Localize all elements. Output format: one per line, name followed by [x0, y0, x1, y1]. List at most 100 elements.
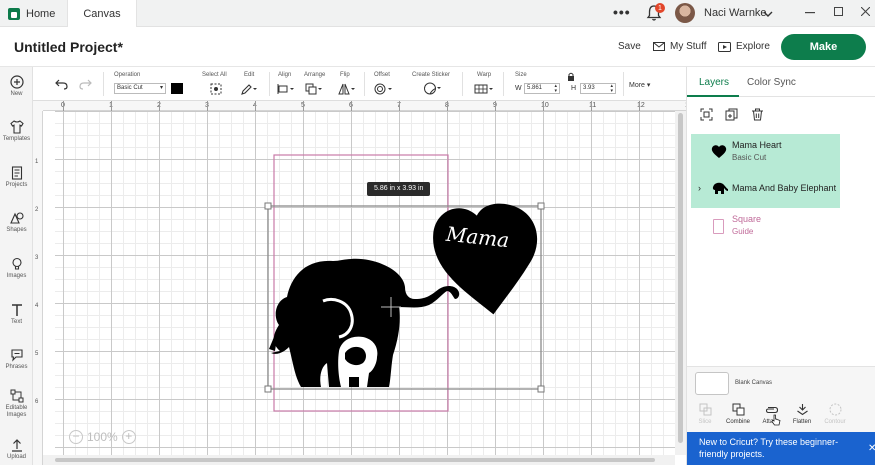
- layer-name: Mama Heart: [732, 140, 782, 150]
- chevron-right-icon[interactable]: ›: [698, 183, 701, 193]
- color-swatch[interactable]: [171, 83, 183, 94]
- stepper-icon: ▴ ▾: [554, 83, 557, 94]
- layer-name: Mama And Baby Elephant: [732, 183, 837, 193]
- offset-icon[interactable]: [374, 83, 394, 95]
- sidebar-item-editable-images[interactable]: Editable Images: [0, 389, 33, 419]
- sidebar-item-shapes[interactable]: Shapes: [0, 211, 33, 234]
- resize-handle: [537, 202, 545, 210]
- sidebar-label-editable-images: Editable Images: [5, 405, 28, 418]
- blank-canvas-swatch[interactable]: [695, 372, 729, 395]
- plus-circle-icon: [9, 75, 24, 89]
- vertical-scrollbar[interactable]: [675, 111, 686, 455]
- zoom-in-button[interactable]: +: [121, 430, 136, 444]
- toolbar-divider: [623, 72, 624, 96]
- scroll-thumb[interactable]: [678, 113, 683, 443]
- slice-icon: [699, 403, 711, 416]
- select-all-icon[interactable]: [210, 83, 222, 95]
- slice-button[interactable]: Slice: [688, 403, 722, 425]
- make-button[interactable]: Make: [781, 34, 866, 60]
- more-dots-icon[interactable]: •••: [613, 4, 631, 20]
- explore-button[interactable]: Explore: [718, 41, 770, 52]
- tab-layers[interactable]: Layers: [699, 77, 729, 88]
- sidebar-label-new: New: [10, 91, 23, 97]
- layer-item[interactable]: › Mama And Baby Elephant: [691, 171, 840, 208]
- trash-icon[interactable]: [751, 108, 764, 121]
- contour-icon: [829, 403, 841, 416]
- sidebar-item-phrases[interactable]: Phrases: [0, 348, 33, 371]
- text-icon: [11, 304, 22, 316]
- user-name[interactable]: Naci Warnke: [704, 7, 767, 19]
- sidebar-item-templates[interactable]: Templates: [0, 120, 33, 143]
- promo-banner[interactable]: New to Cricut? Try these beginner-friend…: [687, 432, 875, 465]
- contour-button[interactable]: Contour: [818, 403, 852, 425]
- active-tab-indicator: [687, 95, 739, 97]
- arrange-icon[interactable]: [305, 83, 323, 95]
- close-icon[interactable]: ✕: [868, 443, 875, 454]
- height-label: H: [571, 85, 577, 92]
- tab-canvas[interactable]: Canvas: [67, 0, 137, 27]
- toolbar-divider: [103, 72, 104, 96]
- canvas-artwork: [264, 154, 545, 412]
- close-icon[interactable]: [861, 7, 870, 16]
- tab-home[interactable]: Home: [8, 0, 55, 27]
- design-canvas[interactable]: 012345678910111213 123456 Mama 5.86 in: [33, 101, 686, 465]
- tab-color-sync[interactable]: Color Sync: [747, 77, 796, 88]
- sidebar-item-new[interactable]: New: [0, 75, 33, 98]
- combine-button[interactable]: Combine: [721, 403, 755, 425]
- flip-icon[interactable]: [338, 83, 356, 95]
- sticker-icon[interactable]: [423, 82, 443, 95]
- duplicate-icon[interactable]: [725, 108, 738, 121]
- upload-icon: [11, 439, 22, 452]
- chevron-down-icon[interactable]: [763, 9, 773, 19]
- horizontal-scrollbar[interactable]: [43, 455, 675, 465]
- group-icon[interactable]: [700, 108, 713, 121]
- sidebar-label-phrases: Phrases: [5, 364, 28, 370]
- sidebar-item-text[interactable]: Text: [0, 303, 33, 326]
- height-input[interactable]: 3.93 ▴ ▾: [580, 83, 616, 94]
- flatten-button[interactable]: Flatten: [785, 403, 819, 425]
- warp-icon[interactable]: [474, 83, 496, 95]
- align-icon[interactable]: [277, 83, 295, 95]
- layer-name: Square: [732, 214, 762, 224]
- flip-label: Flip: [340, 72, 350, 78]
- explore-label: Explore: [736, 41, 770, 52]
- operation-select[interactable]: Basic Cut ▾: [114, 83, 166, 94]
- mama-heart: [433, 203, 538, 315]
- toolbar-divider: [462, 72, 463, 96]
- my-stuff-label: My Stuff: [670, 41, 707, 52]
- layers-panel: Layers Color Sync Mama Heart Basic Cut ›…: [686, 67, 875, 465]
- sidebar-item-upload[interactable]: Upload: [0, 438, 33, 461]
- lock-icon[interactable]: [567, 72, 575, 81]
- pencil-icon[interactable]: [241, 83, 257, 95]
- sidebar-item-projects[interactable]: Projects: [0, 166, 33, 189]
- minimize-icon[interactable]: [805, 12, 815, 14]
- width-value: 5.861: [527, 85, 543, 91]
- combine-icon: [732, 403, 744, 416]
- more-button[interactable]: More ▾: [629, 81, 650, 89]
- arrange-label: Arrange: [304, 72, 326, 78]
- guide-square-icon: [713, 219, 724, 234]
- zoom-out-button[interactable]: −: [69, 430, 83, 444]
- size-label: Size: [515, 72, 527, 78]
- undo-icon[interactable]: [55, 79, 68, 90]
- flatten-label: Flatten: [792, 419, 812, 425]
- mail-icon: [653, 42, 665, 51]
- sidebar-item-images[interactable]: Images: [0, 257, 33, 280]
- layer-item[interactable]: Square Guide: [691, 208, 840, 245]
- size-tooltip: 5.86 in x 3.93 in: [367, 182, 431, 196]
- save-button[interactable]: Save: [618, 41, 641, 52]
- my-stuff-button[interactable]: My Stuff: [653, 41, 707, 52]
- avatar[interactable]: [675, 3, 695, 23]
- height-value: 3.93: [583, 85, 595, 91]
- lightbulb-icon: [11, 257, 22, 270]
- maximize-icon[interactable]: [834, 7, 843, 16]
- sidebar-label-images: Images: [6, 273, 27, 279]
- redo-icon[interactable]: [79, 79, 92, 90]
- mouse-cursor-icon: [771, 414, 781, 426]
- chevron-down-icon: ▾: [159, 85, 163, 91]
- scroll-thumb[interactable]: [55, 458, 655, 462]
- layer-item[interactable]: Mama Heart Basic Cut: [691, 134, 840, 171]
- tab-canvas-label: Canvas: [83, 7, 121, 20]
- width-input[interactable]: 5.861 ▴ ▾: [524, 83, 560, 94]
- offset-label: Offset: [374, 72, 390, 78]
